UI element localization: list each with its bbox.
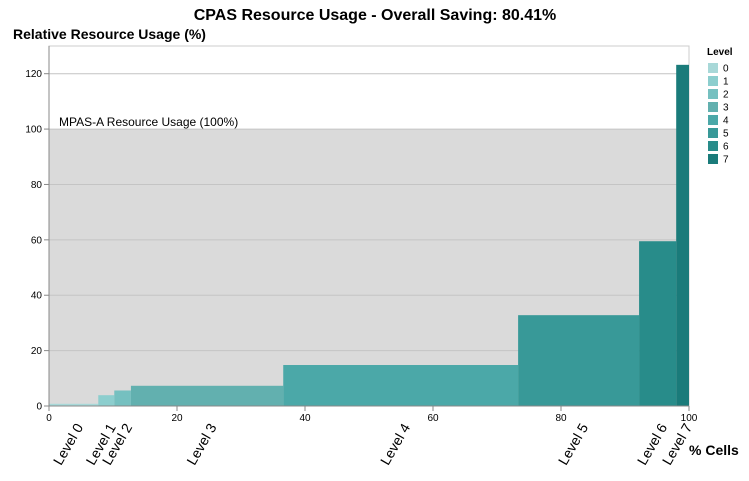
legend-swatch [708,141,718,151]
x-tick-label: 20 [171,413,183,424]
level-label: Level 3 [183,420,220,467]
y-tick-label: 20 [31,346,43,357]
y-tick-label: 60 [31,235,43,246]
legend: Level 0 1 2 3 4 5 6 7 [707,47,733,166]
y-tick-label: 0 [36,402,42,413]
x-tick-label: 60 [427,413,439,424]
bar-level-1 [98,395,115,406]
chart: CPAS Resource Usage - Overall Saving: 80… [13,7,739,468]
x-tick-label: 80 [555,413,567,424]
bar-level-4 [283,365,519,406]
x-axis-label: % Cells [689,442,739,458]
y-axis-label: Relative Resource Usage (%) [13,26,206,42]
reference-label: MPAS-A Resource Usage (100%) [59,115,238,129]
level-label: Level 4 [377,420,414,467]
y-tick-label: 40 [31,291,43,302]
level-label: Level 0 [50,420,87,467]
legend-swatch [708,128,718,138]
bar-level-7 [676,64,689,406]
legend-label: 3 [723,103,729,114]
plot-area: MPAS-A Resource Usage (100%) 0 20 40 60 80 10… [25,45,698,424]
legend-label: 2 [723,90,729,101]
y-tick-label: 120 [25,69,42,80]
level-labels: Level 0Level 1Level 2 Level 3 Level 4 Level… [50,420,695,467]
legend-label: 4 [723,116,729,127]
x-tick-label: 0 [46,413,52,424]
bar-level-6 [639,241,677,406]
y-tick-label: 80 [31,180,43,191]
bar-level-2 [114,390,131,406]
bar-level-5 [518,315,640,406]
legend-swatch [708,115,718,125]
legend-title: Level [707,47,733,58]
legend-label: 6 [723,142,729,153]
legend-swatch [708,154,718,164]
bar-level-3 [130,385,284,406]
legend-swatch [708,76,718,86]
legend-label: 1 [723,77,729,88]
legend-label: 5 [723,129,729,140]
level-label: Level 5 [555,420,592,467]
legend-swatch [708,63,718,73]
chart-title: CPAS Resource Usage - Overall Saving: 80… [194,7,557,24]
legend-swatch [708,102,718,112]
legend-label: 7 [723,155,729,166]
legend-label: 0 [723,64,729,75]
x-tick-label: 40 [299,413,311,424]
legend-swatch [708,89,718,99]
legend-items: 0 1 2 3 4 5 6 7 [708,63,729,166]
y-tick-label: 100 [25,125,42,136]
